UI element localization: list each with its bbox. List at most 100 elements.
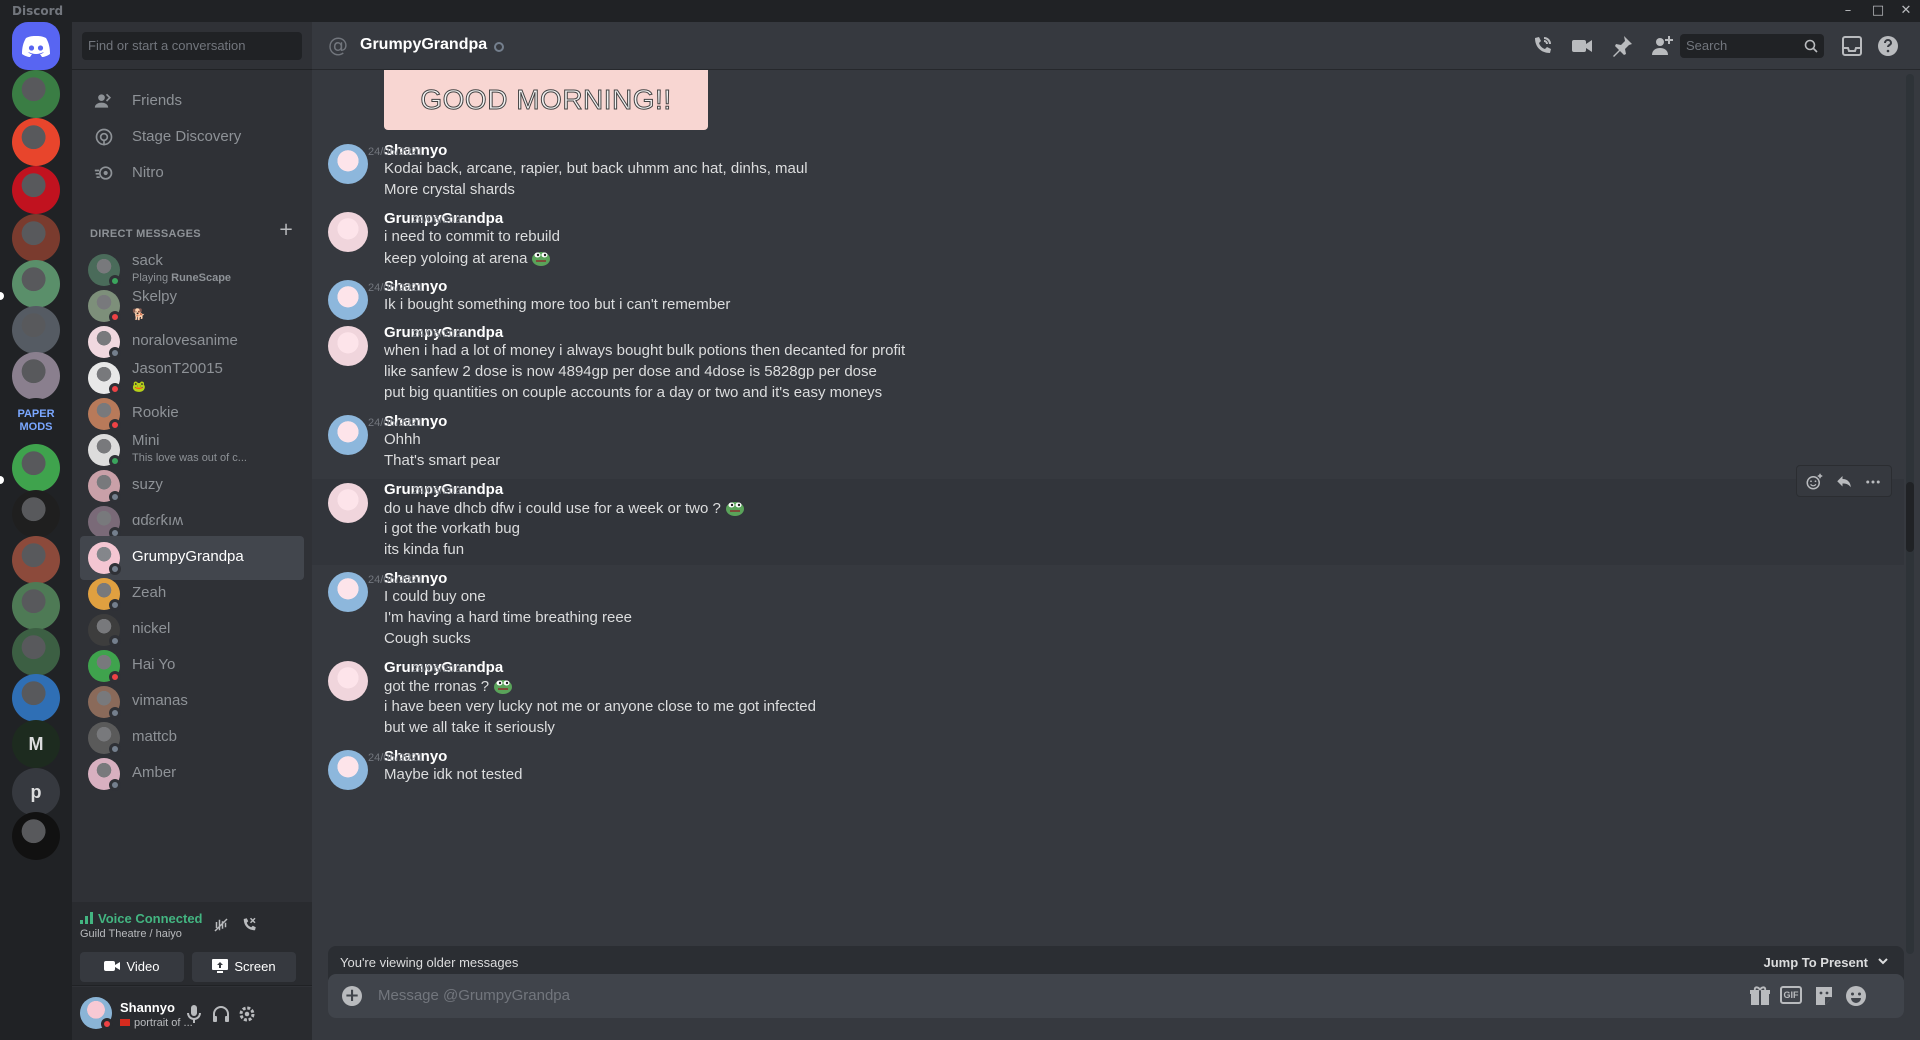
message-avatar[interactable] bbox=[328, 212, 368, 252]
recipient-name[interactable]: GrumpyGrandpa bbox=[360, 36, 487, 54]
message-group[interactable]: Shannyo 24/06/2021 I could buy one I'm havi… bbox=[312, 568, 1904, 654]
microphone-icon[interactable] bbox=[186, 1005, 202, 1023]
pepe-server[interactable] bbox=[12, 70, 60, 118]
red-wolf-server[interactable] bbox=[12, 166, 60, 214]
mafia-server[interactable] bbox=[12, 812, 60, 860]
gift-icon[interactable] bbox=[1748, 984, 1772, 1008]
create-dm-icon[interactable]: + bbox=[278, 221, 294, 239]
dm-name: ɑɗɛɾƙıʍ bbox=[132, 512, 184, 529]
sticker-icon[interactable] bbox=[1812, 984, 1836, 1008]
voice-server[interactable] bbox=[12, 444, 60, 492]
find-conversation-input[interactable]: Find or start a conversation bbox=[82, 32, 302, 60]
message-group[interactable]: GrumpyGrandpa 24/06/2021 i need to commit … bbox=[312, 208, 1904, 274]
anime-server[interactable] bbox=[12, 260, 60, 308]
screen-share-icon bbox=[212, 959, 229, 973]
message-input[interactable]: Message @GrumpyGrandpa bbox=[378, 987, 570, 1004]
wdr-server[interactable] bbox=[12, 306, 60, 354]
message-line: Maybe idk not tested bbox=[384, 766, 522, 783]
message-group[interactable]: Shannyo 24/06/2021 Maybe idk not tested bbox=[312, 746, 1904, 792]
dm-activity: Playing RuneScape bbox=[132, 272, 231, 284]
message-group[interactable]: Shannyo 24/06/2021 Ik i bought something m… bbox=[312, 276, 1904, 322]
stage-icon bbox=[95, 128, 113, 146]
dm-item[interactable]: Amber bbox=[80, 752, 304, 796]
message-text: like sanfew 2 dose is now 4894gp per dos… bbox=[384, 363, 877, 380]
message-timestamp: 24/06/2021 bbox=[412, 214, 468, 226]
message-timestamp: 24/06/2021 bbox=[368, 417, 424, 429]
pin-icon[interactable] bbox=[1610, 34, 1634, 58]
voice-call-icon[interactable] bbox=[1530, 34, 1554, 58]
dm-name: JasonT20015 bbox=[132, 360, 223, 377]
message-group[interactable]: Shannyo 24/06/2021 Ohhh That's smart pear bbox=[312, 411, 1904, 477]
message-line: Ohhh bbox=[384, 431, 421, 448]
no-sign-server[interactable] bbox=[12, 118, 60, 166]
forest-server[interactable] bbox=[12, 628, 60, 676]
canada-flag-icon bbox=[120, 1019, 130, 1026]
gif-button[interactable]: GIF bbox=[1780, 986, 1802, 1004]
noise-suppression-icon[interactable] bbox=[212, 916, 230, 934]
close-icon[interactable]: ✕ bbox=[1892, 0, 1920, 22]
camera-icon bbox=[104, 961, 121, 971]
message-line: put big quantities on couple accounts fo… bbox=[384, 384, 882, 401]
message-line: Ik i bought something more too but i can… bbox=[384, 296, 730, 313]
face-server[interactable] bbox=[12, 214, 60, 262]
message-avatar[interactable] bbox=[328, 661, 368, 701]
chevron-down-icon[interactable] bbox=[1876, 954, 1890, 968]
emoji-icon[interactable] bbox=[1844, 984, 1868, 1008]
upload-plus-icon[interactable]: + bbox=[342, 986, 362, 1006]
message-avatar[interactable] bbox=[328, 750, 368, 790]
sunset-server[interactable] bbox=[12, 536, 60, 584]
p-server[interactable]: p bbox=[12, 768, 60, 816]
scrollbar-thumb[interactable] bbox=[1906, 482, 1914, 552]
paper-mods-server[interactable]: PAPER MODS bbox=[12, 398, 60, 446]
nav-nitro[interactable]: Nitro bbox=[80, 152, 304, 194]
help-icon[interactable] bbox=[1876, 34, 1900, 58]
jump-to-present-button[interactable]: Jump To Present bbox=[1763, 955, 1868, 970]
settings-gear-icon[interactable] bbox=[238, 1005, 256, 1023]
chat-search-input[interactable]: Search bbox=[1680, 34, 1824, 58]
maximize-icon[interactable]: □ bbox=[1864, 0, 1892, 22]
message-avatar[interactable] bbox=[328, 280, 368, 320]
helmet-server[interactable] bbox=[12, 490, 60, 538]
sword-server[interactable] bbox=[12, 582, 60, 630]
dm-search-bar: Find or start a conversation bbox=[72, 22, 312, 70]
message-avatar[interactable] bbox=[328, 144, 368, 184]
message-text: its kinda fun bbox=[384, 541, 465, 558]
reply-icon[interactable] bbox=[1835, 473, 1853, 491]
server-label: p bbox=[30, 782, 42, 802]
disconnect-icon[interactable] bbox=[240, 916, 258, 934]
minimize-icon[interactable]: – bbox=[1834, 0, 1862, 22]
message-text: do u have dhcb dfw i could use for a wee… bbox=[384, 500, 721, 517]
voice-channel-name[interactable]: Guild Theatre / haiyo bbox=[80, 928, 182, 940]
message-timestamp: 24/06/2021 bbox=[412, 485, 468, 497]
message-avatar[interactable] bbox=[328, 572, 368, 612]
message-group[interactable]: GrumpyGrandpa 24/06/2021 do u have dhcb df… bbox=[312, 465, 1904, 565]
frog-blue-server[interactable] bbox=[12, 674, 60, 722]
video-button[interactable]: Video bbox=[80, 952, 184, 982]
signal-icon[interactable] bbox=[80, 912, 94, 924]
screen-share-button[interactable]: Screen bbox=[192, 952, 296, 982]
message-avatar[interactable] bbox=[328, 483, 368, 523]
inbox-icon[interactable] bbox=[1840, 34, 1864, 58]
m-server[interactable]: M bbox=[12, 720, 60, 768]
home-discord[interactable] bbox=[12, 22, 60, 70]
message-group[interactable]: GrumpyGrandpa 24/06/2021 when i had a lot … bbox=[312, 322, 1904, 410]
message-avatar[interactable] bbox=[328, 415, 368, 455]
unread-indicator bbox=[0, 292, 4, 300]
headphones-icon[interactable] bbox=[212, 1005, 230, 1023]
message-line: got the rronas ? bbox=[384, 677, 513, 695]
user-panel: Shannyo portrait of ... bbox=[72, 987, 312, 1040]
dm-name: sack bbox=[132, 252, 163, 269]
dm-name: mattcb bbox=[132, 728, 178, 745]
good-morning-image[interactable]: GOOD MORNING!! bbox=[384, 70, 708, 130]
add-friend-to-dm-icon[interactable] bbox=[1650, 34, 1674, 58]
add-reaction-icon[interactable] bbox=[1805, 473, 1823, 491]
more-options-icon[interactable] bbox=[1863, 473, 1883, 491]
message-group[interactable]: GrumpyGrandpa 24/06/2021 got the rronas ? i… bbox=[312, 657, 1904, 743]
message-avatar[interactable] bbox=[328, 326, 368, 366]
message-group[interactable]: Shannyo 24/06/2021 Kodai back, arcane, rap… bbox=[312, 140, 1904, 206]
video-call-icon[interactable] bbox=[1570, 34, 1594, 58]
anime-duo-server[interactable] bbox=[12, 352, 60, 400]
message-line: More crystal shards bbox=[384, 181, 515, 198]
discord-logo-icon bbox=[22, 36, 50, 57]
activity-text: This love was out of c... bbox=[132, 452, 247, 464]
